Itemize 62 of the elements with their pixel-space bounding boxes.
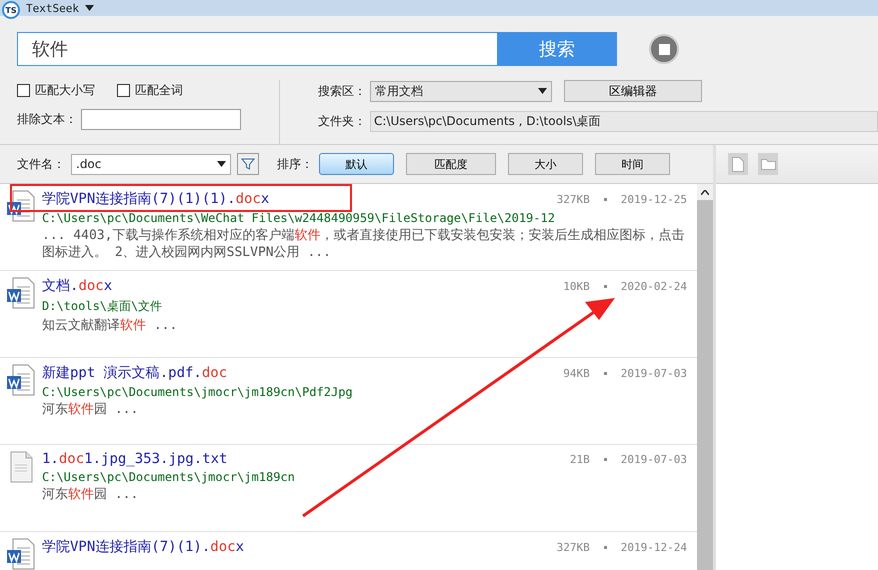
- checkbox-option[interactable]: 匹配全词: [117, 82, 183, 98]
- area-editor-button[interactable]: 区编辑器: [564, 80, 702, 102]
- result-row[interactable]: 1.doc1.jpg_353.jpg.txt 21B 2019-07-03 C:\Users\pc\Documents\jmocr\jm189cn 河东软件园 ...: [0, 445, 697, 532]
- folder-icon: [760, 158, 776, 170]
- area-dropdown[interactable]: 常用文档: [370, 80, 552, 102]
- exclude-label: 排除文本：: [17, 110, 77, 128]
- filename-dropdown[interactable]: .doc: [71, 154, 231, 174]
- filter-button[interactable]: [237, 153, 259, 175]
- word-document-icon: [6, 364, 35, 396]
- scrollbar[interactable]: [697, 184, 713, 570]
- result-row[interactable]: 新建ppt 演示文稿.pdf.doc 94KB 2019-07-03 C:\Users\pc\Documents\jmocr\jm189cn\Pdf2Jpg 河东软件园 ...: [0, 358, 697, 445]
- result-row[interactable]: 学院VPN连接指南(7)(1).docx 327KB 2019-12-24: [0, 532, 697, 570]
- file-size: 327KB: [556, 541, 590, 554]
- file-path: C:\Users\pc\Documents\jmocr\jm189cn\Pdf2Jpg: [42, 385, 354, 399]
- file-date: 2019-12-24: [620, 541, 687, 554]
- caret-icon: [84, 5, 94, 11]
- search-field[interactable]: 软件: [17, 32, 497, 66]
- sort-label: 排序：: [277, 156, 313, 172]
- caret-up-icon: [701, 190, 709, 194]
- folder-button[interactable]: [758, 153, 778, 175]
- file-name[interactable]: 学院VPN连接指南(7)(1).docx: [42, 538, 244, 556]
- word-document-icon: [6, 277, 35, 309]
- sort-button[interactable]: 大小: [508, 153, 583, 175]
- text-snippet: ... 4403,下载与操作系统相对应的客户端软件，或者直接使用已下载安装包安装；安装后生成相应图标，点击图标进入。 2、进入校园网内网SSLVPN公用 ...: [42, 227, 686, 261]
- caret-icon: [217, 161, 226, 167]
- file-date: 2019-12-25: [620, 193, 687, 206]
- text-snippet: 知云文献翻译软件 ...: [42, 317, 178, 334]
- folder-field[interactable]: C:\Users\pc\Documents , D:\tools\桌面: [370, 110, 878, 132]
- result-row[interactable]: 学院VPN连接指南(7)(1)(1).docx 327KB 2019-12-25 C:\Users\pc\Documents\WeChat Files\w2448490959\FileStorage\File\2019-12 ... 4403,下载与操作系统相对应的客户端软件，或者直接使用已下载安装包安装；安装后生成相应图标，点击图标进入。 2、进入校园网内网SSLVPN公用 ...: [0, 184, 697, 271]
- word-document-icon: [6, 190, 35, 222]
- text-snippet: 河东软件园 ...: [42, 486, 140, 503]
- file-path: C:\Users\pc\Documents\jmocr\jm189cn: [42, 470, 296, 484]
- file-size: 94KB: [563, 367, 590, 380]
- file-name[interactable]: 文档.docx: [42, 277, 112, 295]
- filter-icon: [241, 157, 255, 171]
- document-icon: [732, 156, 744, 172]
- document-button[interactable]: [728, 153, 748, 175]
- file-name[interactable]: 新建ppt 演示文稿.pdf.doc: [42, 364, 228, 382]
- sort-button[interactable]: 匹配度: [406, 153, 496, 175]
- file-name[interactable]: 学院VPN连接指南(7)(1)(1).docx: [42, 190, 270, 208]
- file-name[interactable]: 1.doc1.jpg_353.jpg.txt: [42, 451, 228, 467]
- checkbox-option[interactable]: 匹配大小写: [17, 82, 95, 98]
- file-path: D:\tools\桌面\文件: [42, 298, 164, 315]
- file-path: C:\Users\pc\Documents\WeChat Files\w2448490959\FileStorage\File\2019-12: [42, 211, 556, 225]
- file-size: 10KB: [563, 280, 590, 293]
- file-size: 327KB: [556, 193, 590, 206]
- stop-icon: [658, 44, 670, 54]
- area-label: 搜索区：: [318, 82, 366, 100]
- app-logo: TS: [2, 1, 20, 19]
- file-size: 21B: [570, 453, 590, 466]
- app-title: TextSeek: [26, 2, 79, 14]
- text-snippet: 河东软件园 ...: [42, 401, 140, 418]
- file-date: 2019-07-03: [620, 453, 687, 466]
- stop-button[interactable]: [649, 34, 679, 64]
- folder-label: 文件夹：: [318, 112, 366, 130]
- filename-label: 文件名：: [17, 156, 65, 172]
- exclude-field[interactable]: [81, 108, 241, 130]
- sort-button[interactable]: 默认: [319, 153, 394, 175]
- file-date: 2020-02-24: [620, 280, 687, 293]
- file-date: 2019-07-03: [620, 367, 687, 380]
- caret-icon: [538, 88, 547, 94]
- sort-button[interactable]: 时间: [595, 153, 670, 175]
